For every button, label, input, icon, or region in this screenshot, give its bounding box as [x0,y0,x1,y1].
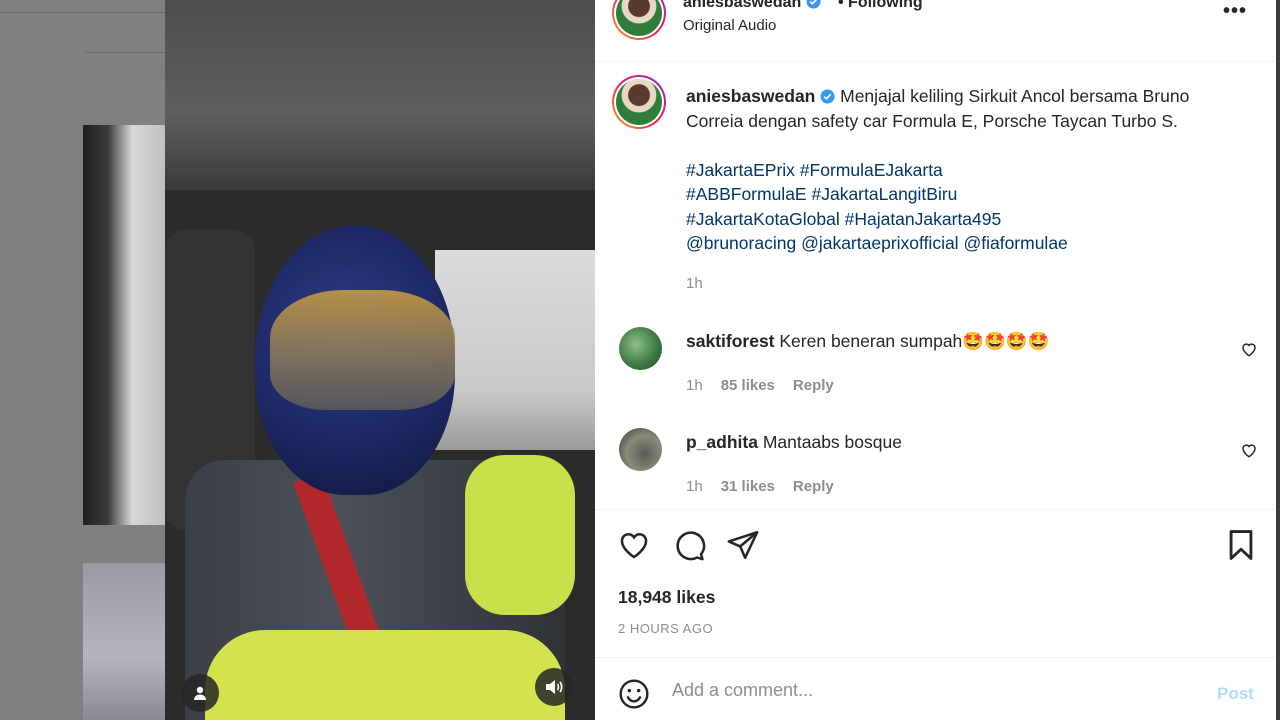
commenter-avatar[interactable] [619,327,662,370]
post-age[interactable]: 2 HOURS AGO [618,621,713,636]
like-heart-icon[interactable] [617,528,651,562]
comment-body: saktiforest Keren beneran sumpah🤩🤩🤩🤩 [686,331,1049,352]
post-comment-button[interactable]: Post [1217,684,1254,704]
comment-text: Mantaabs bosque [757,432,902,452]
commenter-username[interactable]: p_adhita [686,432,758,452]
comment-likes[interactable]: 85 likes [721,377,775,394]
comment-time[interactable]: 1h [686,377,703,394]
following-button[interactable]: • Following [838,0,923,12]
caption-avatar[interactable] [612,75,666,129]
modal-edge [1276,0,1280,720]
mention-link[interactable]: @fiaformulae [963,233,1067,253]
comment-item: p_adhita Mantaabs bosque 1h 31 likes Reply [595,426,1276,516]
video-car-window [435,250,595,450]
comment-icon[interactable] [672,528,706,562]
mention-link[interactable]: @brunoracing [686,233,796,253]
comment-meta: 1h 31 likes Reply [686,478,852,495]
hashtag-link[interactable]: #HajatanJakarta495 [845,209,1002,229]
author-avatar[interactable] [612,0,666,40]
verified-badge-icon [820,89,835,104]
video-visor [270,290,455,410]
post-header: aniesbaswedan • Following Original Audio… [595,0,1276,62]
background-thumbnail [83,563,165,720]
tagged-users-button[interactable] [181,674,219,712]
hashtag-link[interactable]: #JakartaKotaGlobal [686,209,840,229]
hashtag-link[interactable]: #FormulaEJakarta [800,160,943,180]
user-icon [194,686,206,700]
caption-username[interactable]: aniesbaswedan [686,86,815,106]
hashtag-link[interactable]: #JakartaLangitBiru [811,184,957,204]
author-username[interactable]: aniesbaswedan [683,0,821,12]
comment-body: p_adhita Mantaabs bosque [686,432,902,453]
comment-like-heart-icon[interactable] [1240,340,1258,358]
post-details-panel: aniesbaswedan • Following Original Audio… [595,0,1276,720]
commenter-username[interactable]: saktiforest [686,331,775,351]
author-username-text: aniesbaswedan [683,0,802,11]
hashtag-link[interactable]: #ABBFormulaE [686,184,807,204]
background-divider [85,52,165,53]
speaker-icon [546,680,563,694]
comment-composer: Post [595,657,1276,720]
comment-meta: 1h 85 likes Reply [686,377,852,394]
verified-badge-icon [806,0,821,9]
comment-text: Keren beneran sumpah🤩🤩🤩🤩 [774,331,1050,351]
mention-link[interactable]: @jakartaeprixofficial [801,233,959,253]
hashtag-link[interactable]: #JakartaEPrix [686,160,795,180]
emoji-icon[interactable] [618,678,650,710]
comment-like-heart-icon[interactable] [1240,441,1258,459]
background-thumbnail [83,125,165,525]
commenter-avatar[interactable] [619,428,662,471]
video-arm [205,630,565,720]
original-audio-link[interactable]: Original Audio [683,17,776,34]
like-count[interactable]: 18,948 likes [618,587,715,608]
caption-timestamp[interactable]: 1h [686,275,703,292]
comment-likes[interactable]: 31 likes [721,478,775,495]
comment-item: saktiforest Keren beneran sumpah🤩🤩🤩🤩 1h 8… [595,325,1276,415]
post-actions: 18,948 likes 2 HOURS AGO [595,509,1276,659]
more-options-icon[interactable]: ••• [1223,0,1247,23]
send-icon[interactable] [726,528,760,562]
background-divider [0,12,165,13]
bookmark-icon[interactable] [1224,528,1258,562]
reply-button[interactable]: Reply [793,377,834,394]
comment-time[interactable]: 1h [686,478,703,495]
post-caption: aniesbaswedan Menjajal keliling Sirkuit … [686,84,1246,256]
reply-button[interactable]: Reply [793,478,834,495]
post-video[interactable] [165,0,595,720]
sound-toggle-button[interactable] [535,668,573,706]
video-glove [465,455,575,615]
comment-input[interactable] [672,680,1192,701]
video-car-roof [165,0,595,190]
